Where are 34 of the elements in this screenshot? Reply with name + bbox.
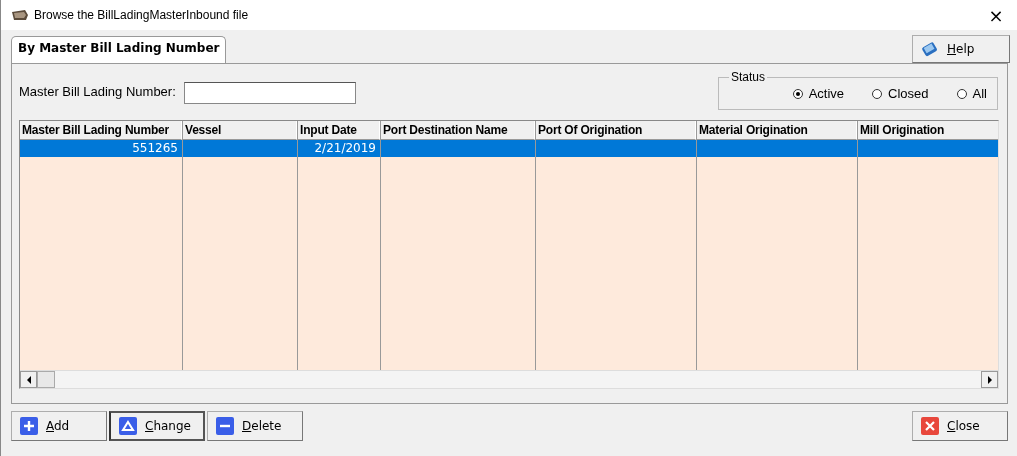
column-header[interactable]: Input Date bbox=[298, 121, 380, 140]
add-button[interactable]: Add bbox=[11, 411, 107, 441]
scroll-thumb[interactable] bbox=[37, 371, 55, 388]
window-title: Browse the BillLadingMasterInbound file bbox=[34, 8, 250, 22]
table-cell: 551265 bbox=[20, 140, 182, 157]
close-icon bbox=[921, 417, 939, 435]
radio-icon[interactable] bbox=[792, 88, 803, 99]
scroll-left-icon[interactable] bbox=[25, 375, 32, 384]
column-header[interactable]: Vessel bbox=[183, 121, 297, 140]
radio-option[interactable]: All bbox=[956, 86, 987, 101]
radio-option[interactable]: Active bbox=[792, 86, 845, 101]
delete-button[interactable]: Delete bbox=[207, 411, 303, 441]
close-button[interactable]: Close bbox=[912, 411, 1008, 441]
app-icon bbox=[11, 9, 29, 21]
radio-icon[interactable] bbox=[956, 88, 967, 99]
close-icon[interactable]: × bbox=[981, 4, 1011, 26]
column-header[interactable]: Port Of Origination bbox=[536, 121, 696, 140]
tab[interactable]: By Master Bill Lading Number bbox=[11, 36, 227, 63]
column-header[interactable]: Port Destination Name bbox=[381, 121, 535, 140]
field-label: Master Bill Lading Number: bbox=[19, 84, 176, 99]
column-header[interactable]: Material Origination bbox=[697, 121, 857, 140]
radio-icon[interactable] bbox=[872, 88, 883, 99]
radio-option[interactable]: Closed bbox=[872, 86, 929, 101]
minus-icon bbox=[216, 417, 234, 435]
search-field[interactable] bbox=[183, 82, 356, 104]
column-header[interactable]: Mill Origination bbox=[858, 121, 998, 140]
group-title: Status bbox=[730, 70, 767, 84]
horizontal-scrollbar[interactable] bbox=[20, 370, 998, 388]
help-button[interactable]: Help bbox=[912, 35, 1010, 63]
scroll-right-icon[interactable] bbox=[986, 375, 993, 384]
table-cell: 2/21/2019 bbox=[298, 140, 380, 157]
plus-icon bbox=[20, 417, 38, 435]
column-header[interactable]: Master Bill Lading Number bbox=[20, 121, 182, 140]
change-button[interactable]: Change bbox=[109, 411, 205, 441]
